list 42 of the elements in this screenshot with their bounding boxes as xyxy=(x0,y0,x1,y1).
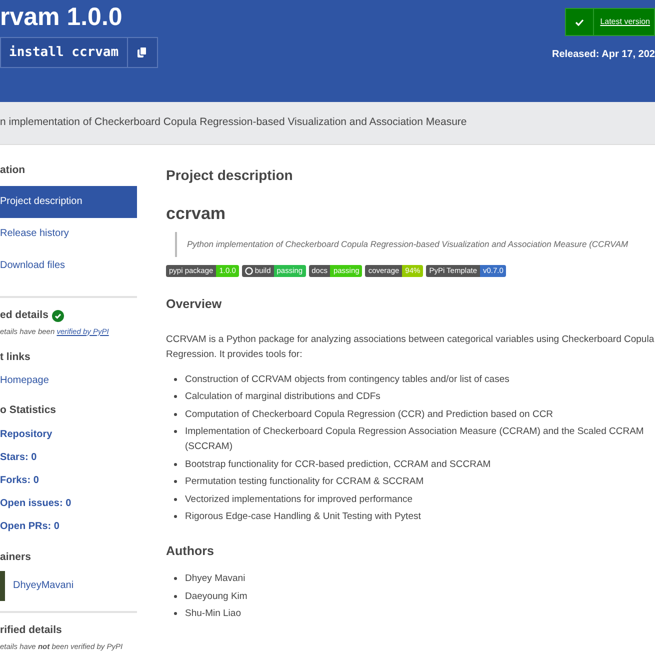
maintainer-link[interactable]: DhyeyMavani xyxy=(13,578,74,594)
section-heading: rified details xyxy=(0,622,63,638)
project-tagline: Python implementation of Checkerboard Copula Regression-based Visualization and Association Measure (CCRVAM xyxy=(175,232,655,257)
overview-paragraph: CCRVAM is a Python package for analyzing associations between categorical variables using Checkerboard Copula Regression. It provides tools for: xyxy=(166,332,655,362)
package-summary: n implementation of Checkerboard Copula Regression-based Visualization and Association Measure xyxy=(0,115,467,130)
package-title: rvam 1.0.0 xyxy=(0,2,122,30)
latest-version-link[interactable]: Latest version xyxy=(594,9,654,35)
avatar-image xyxy=(0,570,5,601)
feature-item: Calculation of marginal distributions and CDFs xyxy=(174,389,380,404)
sidebar-nav-item[interactable]: Project description xyxy=(0,186,137,218)
feature-item: Construction of CCRVAM objects from contingency tables and/or list of cases xyxy=(174,372,510,387)
section-heading: ainers xyxy=(0,550,32,565)
release-date: Released: Apr 17, 202 xyxy=(552,48,655,62)
author-item: Shu-Min Liao xyxy=(174,606,241,622)
sidebar-heading: ation xyxy=(0,163,26,178)
sidebar-nav-item[interactable]: Release history xyxy=(0,218,137,250)
sidebar-link[interactable]: Repository xyxy=(0,427,137,442)
section-heading: Overview xyxy=(166,296,223,312)
section-heading: t links xyxy=(0,350,32,364)
feature-item: Computation of Checkerboard Copula Regression (CCR) and Prediction based on CCR xyxy=(174,406,554,422)
section-heading: o Statistics xyxy=(0,403,58,418)
copy-icon xyxy=(137,47,148,58)
verified-check-icon xyxy=(52,310,64,322)
section-heading: Authors xyxy=(166,544,215,560)
sidebar-link[interactable]: Stars: 0 xyxy=(0,450,137,465)
pip-command: install ccrvam xyxy=(8,44,120,62)
project-title: ccrvam xyxy=(166,204,227,224)
feature-item: Implementation of Checkerboard Copula Regression Association Measure (CCRAM) and the Scaled CCRAM (SCCRAM) xyxy=(174,424,655,454)
author-item: Dhyey Mavani xyxy=(174,571,246,586)
section-heading: ed details xyxy=(0,308,48,323)
sidebar-link[interactable]: Forks: 0 xyxy=(0,473,137,488)
feature-item: Permutation testing functionality for CCRAM & SCCRAM xyxy=(174,474,424,490)
sidebar-link[interactable]: Open issues: 0 xyxy=(0,496,137,511)
sidebar-link[interactable]: Homepage xyxy=(0,373,137,388)
feature-item: Bootstrap functionality for CCR-based prediction, CCRAM and SCCRAM xyxy=(174,456,491,472)
feature-item: Rigorous Edge-case Handling & Unit Testing with Pytest xyxy=(174,509,421,524)
feature-item: Vectorized implementations for improved performance xyxy=(174,492,413,507)
sidebar-link[interactable]: Open PRs: 0 xyxy=(0,519,137,534)
section-heading: Project description xyxy=(166,167,294,184)
sidebar-nav-item[interactable]: Download files xyxy=(0,250,137,282)
check-icon xyxy=(575,18,584,26)
author-item: Daeyoung Kim xyxy=(174,588,248,604)
